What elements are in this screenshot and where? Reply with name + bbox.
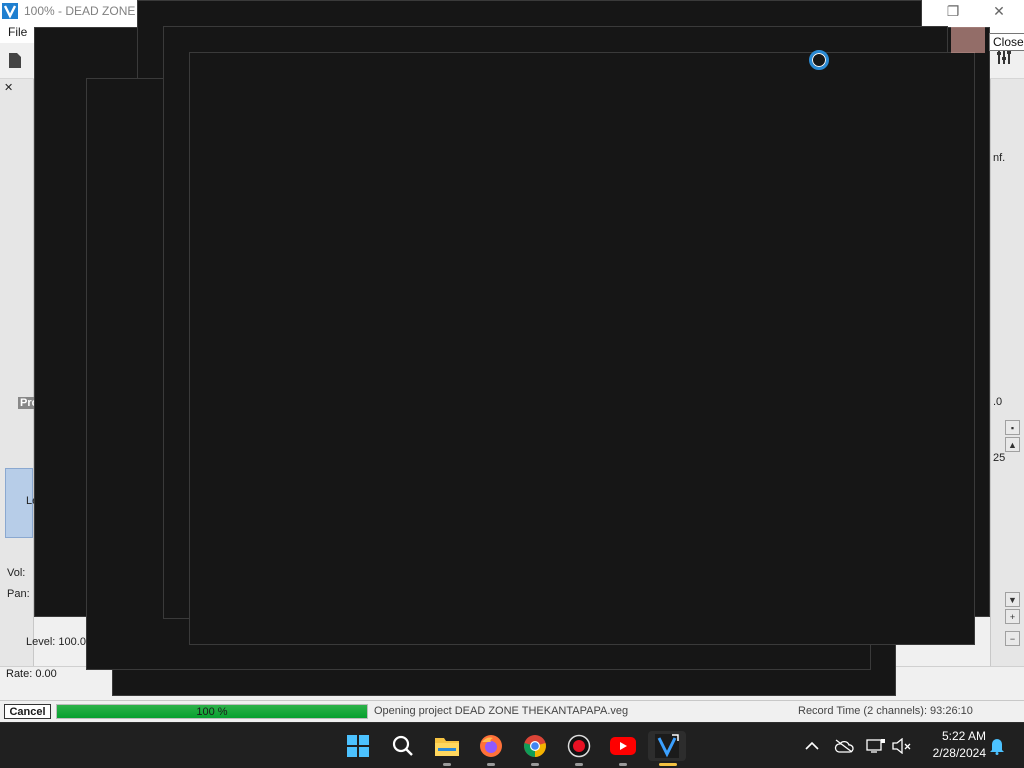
running-indicator bbox=[443, 763, 451, 766]
progress-bar: 100 % bbox=[56, 704, 368, 719]
file-explorer-button[interactable] bbox=[432, 731, 462, 766]
chrome-button[interactable] bbox=[520, 731, 550, 766]
volume-button[interactable] bbox=[891, 735, 913, 757]
running-indicator bbox=[531, 763, 539, 766]
overlay-window-front bbox=[189, 52, 975, 645]
cloud-offline-icon bbox=[834, 739, 854, 753]
level-label: Level: 100.0 bbox=[26, 636, 86, 648]
vegas-taskbar-button[interactable] bbox=[648, 731, 686, 766]
window-title: 100% - DEAD ZONE T bbox=[24, 4, 146, 18]
network-button[interactable] bbox=[865, 735, 887, 757]
new-file-icon[interactable] bbox=[9, 53, 21, 68]
record-icon bbox=[567, 734, 591, 758]
windows-icon bbox=[347, 735, 369, 757]
status-message: Opening project DEAD ZONE THEKANTAPAPA.v… bbox=[374, 705, 629, 717]
onedrive-button[interactable] bbox=[833, 735, 855, 757]
zoom-in-button[interactable]: + bbox=[1005, 609, 1020, 624]
record-time: Record Time (2 channels): 93:26:10 bbox=[798, 705, 973, 717]
status-bar: Cancel 100 % Opening project DEAD ZONE T… bbox=[0, 700, 1024, 721]
firefox-icon bbox=[480, 735, 502, 757]
active-indicator bbox=[659, 763, 677, 766]
right-label-2: .0 bbox=[993, 396, 1003, 408]
track-header[interactable]: Le bbox=[5, 468, 38, 538]
system-clock[interactable]: 5:22 AM 2/28/2024 bbox=[920, 728, 986, 762]
recorder-button[interactable] bbox=[564, 731, 594, 766]
scroll-up-button[interactable]: ▲ bbox=[1005, 437, 1020, 452]
chevron-up-icon bbox=[805, 741, 819, 750]
taskbar: 5:22 AM 2/28/2024 bbox=[0, 722, 1024, 768]
bell-icon bbox=[990, 739, 1004, 755]
clock-date: 2/28/2024 bbox=[932, 746, 986, 760]
cancel-button[interactable]: Cancel bbox=[4, 704, 51, 719]
youtube-icon bbox=[610, 737, 636, 755]
network-icon bbox=[866, 739, 885, 753]
firefox-button[interactable] bbox=[476, 731, 506, 766]
scroll-down-button[interactable]: ▼ bbox=[1005, 592, 1020, 607]
desktop: 100% - DEAD ZONE T ❐ ✕ File ✕ Pro Le Vol… bbox=[0, 0, 1024, 768]
close-hover-highlight[interactable] bbox=[951, 27, 985, 53]
folder-icon bbox=[435, 738, 459, 756]
close-tooltip: Close bbox=[989, 33, 1024, 51]
running-indicator bbox=[487, 763, 495, 766]
close-icon: ✕ bbox=[993, 3, 1005, 19]
progress-text: 100 % bbox=[196, 706, 228, 718]
zoom-out-button[interactable]: − bbox=[1005, 631, 1020, 646]
notifications-button[interactable] bbox=[986, 735, 1008, 757]
youtube-button[interactable] bbox=[608, 731, 638, 766]
search-button[interactable] bbox=[388, 731, 418, 761]
search-icon bbox=[392, 735, 413, 756]
chrome-icon bbox=[524, 735, 546, 757]
speaker-muted-icon bbox=[892, 738, 911, 754]
pan-label: Pan: bbox=[7, 588, 30, 600]
busy-cursor-icon bbox=[809, 50, 829, 70]
restore-icon: ❐ bbox=[946, 3, 960, 19]
start-button[interactable] bbox=[343, 731, 373, 761]
right-label-3: 25 bbox=[993, 452, 1006, 464]
restore-button[interactable]: ❐ bbox=[930, 0, 976, 23]
clock-time: 5:22 AM bbox=[941, 729, 986, 743]
close-panel-icon[interactable]: ✕ bbox=[4, 81, 13, 94]
close-button[interactable]: ✕ bbox=[976, 0, 1022, 23]
right-label-1: nf. bbox=[993, 152, 1006, 164]
rate-label: Rate: 0.00 bbox=[6, 668, 57, 680]
running-indicator bbox=[619, 763, 627, 766]
show-hidden-icons-button[interactable] bbox=[801, 735, 823, 757]
vegas-icon bbox=[655, 734, 679, 758]
menu-file[interactable]: File bbox=[8, 25, 27, 39]
running-indicator bbox=[575, 763, 583, 766]
marker-icon[interactable]: ▪ bbox=[1005, 420, 1020, 435]
vegas-app-icon bbox=[2, 3, 18, 19]
volume-label: Vol: bbox=[7, 567, 26, 579]
